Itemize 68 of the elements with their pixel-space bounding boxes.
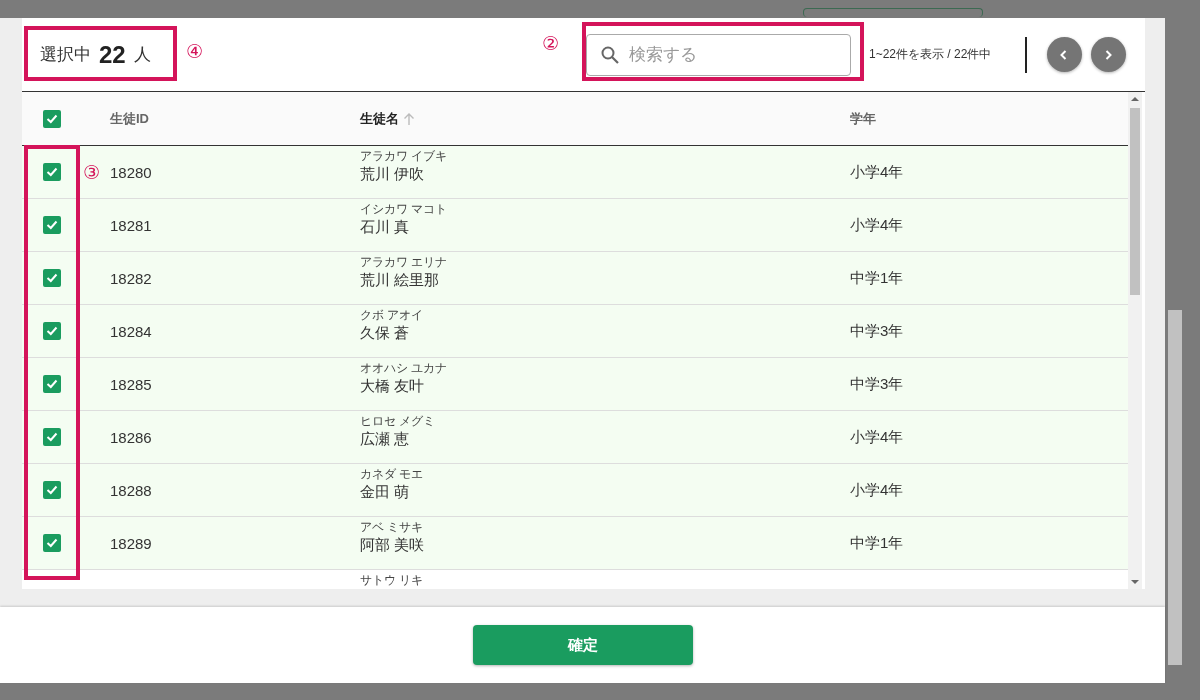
selection-unit: 人 (133, 44, 151, 66)
name-reading: カネダ モエ (360, 467, 425, 482)
next-page-button[interactable] (1090, 37, 1126, 72)
name-reading: アラカワ イブキ (360, 149, 449, 164)
grade: 小学4年 (850, 162, 904, 180)
page-scrollbar[interactable] (1168, 310, 1182, 665)
selection-count: 22 (99, 40, 126, 69)
check-icon (45, 483, 59, 497)
grade: 小学4年 (850, 215, 904, 233)
row-checkbox[interactable] (43, 534, 61, 552)
select-all-checkbox[interactable] (43, 109, 61, 128)
search-field[interactable]: 検索する (586, 33, 851, 76)
name-reading: クボ アオイ (360, 308, 425, 323)
confirm-button[interactable]: 確定 (472, 625, 693, 665)
student-name: 久保 蒼 (360, 324, 411, 344)
row-checkbox[interactable] (43, 481, 61, 499)
student-name: 荒川 伊吹 (360, 165, 426, 185)
column-header[interactable]: 生徒ID (110, 110, 149, 126)
name-reading: イシカワ マコト (360, 202, 449, 217)
search-icon (600, 44, 620, 65)
row-checkbox[interactable] (43, 269, 61, 287)
student-name: 大橋 友叶 (360, 377, 426, 397)
student-name: 広瀬 恵 (360, 430, 411, 450)
grade: 小学4年 (850, 427, 904, 445)
selection-label: 選択中 (40, 44, 91, 66)
annotation-number: ④ (186, 42, 204, 61)
row-checkbox[interactable] (43, 428, 61, 446)
previous-page-button[interactable] (1046, 37, 1082, 72)
annotation-number: ② (542, 34, 560, 53)
student-name: 荒川 絵里那 (360, 271, 441, 291)
check-icon (45, 377, 59, 391)
check-icon (45, 271, 59, 285)
student-id: 18281 (110, 216, 152, 234)
grade: 中学3年 (850, 321, 904, 339)
student-name: 金田 萌 (360, 483, 411, 503)
student-id: 18284 (110, 322, 152, 340)
column-header[interactable]: 学年 (850, 110, 876, 126)
check-icon (45, 536, 59, 550)
check-icon (45, 430, 59, 444)
row-checkbox[interactable] (43, 163, 61, 181)
check-icon (45, 218, 59, 232)
row-checkbox[interactable] (43, 216, 61, 234)
column-header[interactable]: 生徒名 (360, 110, 399, 126)
student-name: 阿部 美咲 (360, 536, 426, 556)
annotation-number: ③ (83, 163, 101, 182)
grade: 中学3年 (850, 374, 904, 392)
row-checkbox[interactable] (43, 322, 61, 340)
check-icon (45, 324, 59, 338)
scrollbar[interactable] (1128, 92, 1142, 589)
name-reading: サトウ リキ (360, 573, 425, 588)
name-reading: アベ ミサキ (360, 520, 425, 535)
name-reading: アラカワ エリナ (360, 255, 449, 270)
row-checkbox[interactable] (43, 375, 61, 393)
student-id: 18288 (110, 481, 152, 499)
student-id: 18282 (110, 269, 152, 287)
grade: 中学1年 (850, 268, 904, 286)
sort-arrow-icon (403, 112, 415, 127)
student-id: 18280 (110, 163, 152, 181)
student-id: 18289 (110, 534, 152, 552)
student-id: 18286 (110, 428, 152, 446)
grade: 小学4年 (850, 480, 904, 498)
name-reading: ヒロセ メグミ (360, 414, 437, 429)
check-icon (45, 165, 59, 179)
student-name: 石川 真 (360, 218, 411, 238)
grade: 中学1年 (850, 533, 904, 551)
name-reading: オオハシ ユカナ (360, 361, 449, 376)
paging-text: 1~22件を表示 / 22件中 (869, 46, 993, 63)
student-id: 18285 (110, 375, 152, 393)
